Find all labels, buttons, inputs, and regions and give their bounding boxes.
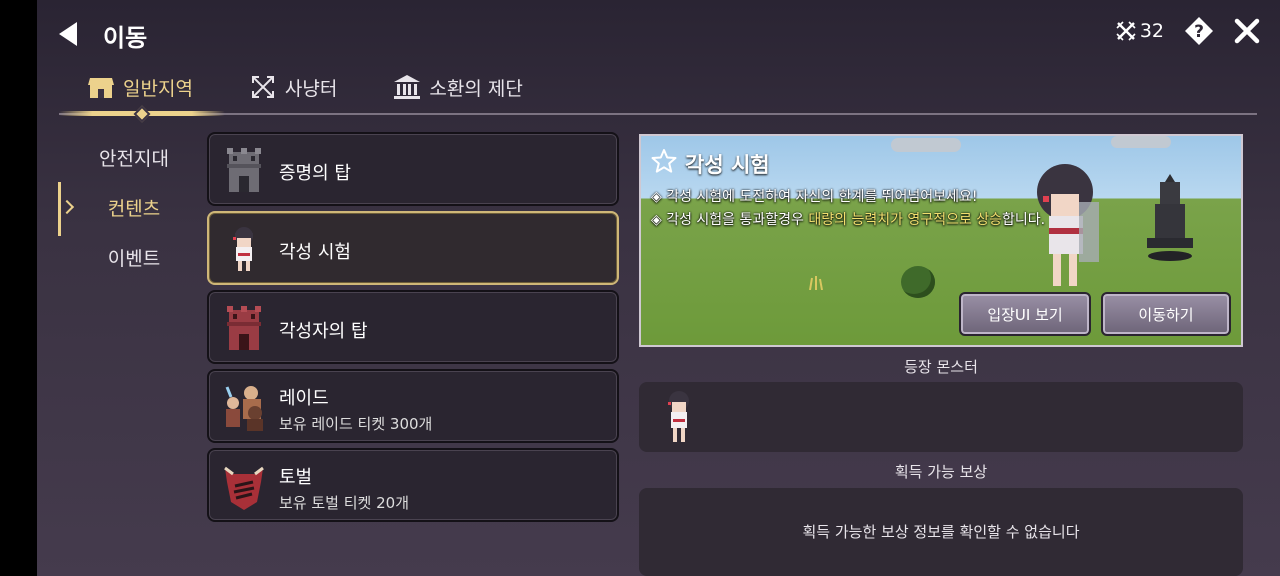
ticket-counter: 32 <box>1115 20 1164 42</box>
header-actions: 32 ? <box>1115 16 1260 46</box>
raid-ticket-count: 보유 레이드 티켓 300개 <box>279 415 433 433</box>
subjugation-ticket-count: 보유 토벌 티켓 20개 <box>279 494 409 512</box>
content-card-raid[interactable]: 레이드 보유 레이드 티켓 300개 <box>207 369 619 443</box>
move-button[interactable]: 이동하기 <box>1101 292 1231 336</box>
tab-summon-altar[interactable]: 소환의 제단 <box>393 70 523 104</box>
page-title: 이동 <box>103 24 148 52</box>
preview-title: 각성 시험 <box>685 153 770 177</box>
content-name: 레이드 <box>279 388 329 409</box>
content-name: 증명의 탑 <box>279 163 351 184</box>
screen-bezel <box>0 0 37 576</box>
content-name: 토벌 <box>279 467 313 488</box>
content-name: 각성 시험 <box>279 242 351 263</box>
content-preview: 각성 시험 ◈ 각성 시험에 도전하여 자신의 한계를 뛰어넘어보세요! ◈ 각… <box>639 134 1243 347</box>
ticket-count: 32 <box>1139 20 1164 42</box>
monsters-label: 등장 몬스터 <box>904 358 978 376</box>
region-tabs: 일반지역 사냥터 소환의 제단 <box>87 70 579 104</box>
tab-label: 사냥터 <box>284 77 338 100</box>
subnav-item-contents[interactable]: 컨텐츠 <box>58 182 209 236</box>
no-reward-message: 획득 가능한 보상 정보를 확인할 수 없습니다 <box>802 523 1080 541</box>
shop-icon <box>88 78 114 98</box>
content-name: 각성자의 탑 <box>279 321 368 342</box>
tower-gray-icon <box>227 148 261 192</box>
back-button[interactable] <box>57 20 81 48</box>
preview-description-1: ◈ 각성 시험에 도전하여 자신의 한계를 뛰어넘어보세요! <box>651 189 978 205</box>
subnav-label: 안전지대 <box>99 147 169 170</box>
monster-list <box>639 382 1243 452</box>
subnav-label: 컨텐츠 <box>107 197 161 220</box>
content-card-awakening-trial[interactable]: 각성 시험 <box>207 211 619 285</box>
description-text: ◈ 각성 시험을 통과할경우 <box>651 212 809 228</box>
description-text: 합니다. <box>1002 212 1046 228</box>
cloud <box>1111 136 1171 148</box>
raid-party-icon <box>225 386 263 431</box>
tab-label: 일반지역 <box>123 77 193 100</box>
preview-description-2: ◈ 각성 시험을 통과할경우 대량의 능력치가 영구적으로 상승합니다. <box>651 209 1045 229</box>
subnav-label: 이벤트 <box>107 247 161 270</box>
tower-red-icon <box>227 306 261 350</box>
rewards-label: 획득 가능 보상 <box>894 463 988 481</box>
monster-girl-icon[interactable] <box>659 390 699 446</box>
temple-icon <box>394 75 421 99</box>
reward-list: 획득 가능한 보상 정보를 확인할 수 없습니다 <box>639 488 1243 576</box>
help-icon[interactable]: ? <box>1184 16 1214 46</box>
tab-general-region[interactable]: 일반지역 <box>87 70 193 104</box>
content-list: 증명의 탑 각성 시험 각성자의 탑 레이드 보유 레이드 티켓 300개 토벌… <box>207 132 619 527</box>
content-card-subjugation[interactable]: 토벌 보유 토벌 티켓 20개 <box>207 448 619 522</box>
category-nav: 안전지대 컨텐츠 이벤트 <box>58 132 209 282</box>
subnav-item-event[interactable]: 이벤트 <box>59 232 209 282</box>
content-card-tower-of-proof[interactable]: 증명의 탑 <box>207 132 619 206</box>
dark-statue <box>1147 174 1193 261</box>
subnav-item-safe-zone[interactable]: 안전지대 <box>59 132 209 182</box>
bush <box>901 266 935 298</box>
back-arrow-icon <box>59 22 77 46</box>
tab-label: 소환의 제단 <box>429 77 523 100</box>
cloud <box>891 138 961 152</box>
active-tab-diamond <box>133 105 151 123</box>
move-screen: 이동 32 ? 일반지역 사냥터 소환의 제단 안전지대 컨텐츠 이벤트 증명의… <box>37 0 1280 576</box>
view-entry-ui-button[interactable]: 입장UI 보기 <box>959 292 1091 336</box>
svg-text:?: ? <box>1194 22 1204 42</box>
grass-tuft <box>809 276 823 290</box>
star-outline-icon <box>651 149 677 173</box>
crossed-swords-icon <box>1116 21 1136 41</box>
description-highlight: 대량의 능력치가 영구적으로 상승 <box>808 212 1003 228</box>
girl-character-icon <box>233 227 253 271</box>
tabs-divider <box>59 113 1257 115</box>
content-card-awakened-tower[interactable]: 각성자의 탑 <box>207 290 619 364</box>
tab-hunting-ground[interactable]: 사냥터 <box>249 70 337 104</box>
demon-shield-icon <box>224 466 264 510</box>
close-icon[interactable] <box>1234 18 1260 44</box>
crossed-arrows-icon <box>251 76 274 98</box>
